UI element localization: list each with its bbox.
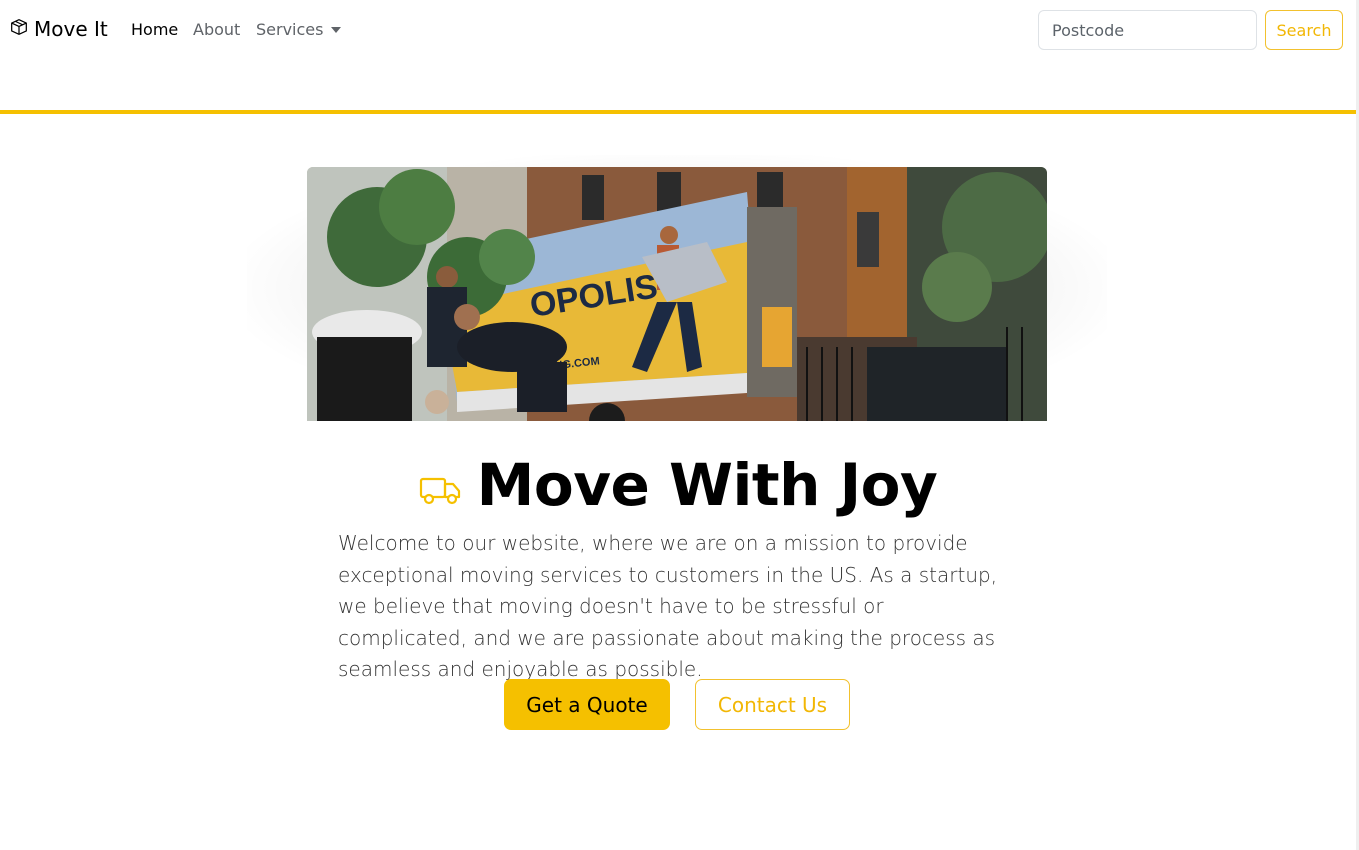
postcode-search-input[interactable] bbox=[1038, 10, 1257, 50]
brand-link[interactable]: Move It bbox=[10, 17, 108, 41]
search-button[interactable]: Search bbox=[1265, 10, 1343, 50]
navbar: Move It Home About Services Search bbox=[0, 0, 1359, 62]
nav-link-about[interactable]: About bbox=[193, 20, 240, 39]
nav-link-services[interactable]: Services bbox=[256, 20, 342, 39]
nav-link-home[interactable]: Home bbox=[131, 20, 178, 39]
truck-icon bbox=[419, 473, 463, 507]
get-a-quote-button[interactable]: Get a Quote bbox=[504, 679, 670, 730]
hero-title-row: Move With Joy bbox=[0, 450, 1356, 520]
brand-name: Move It bbox=[34, 17, 108, 41]
services-label: Services bbox=[256, 20, 324, 39]
hero-lead-text: Welcome to our website, where we are on … bbox=[338, 531, 998, 681]
hero-image: OPOLIS MOVING.COM bbox=[307, 167, 1047, 421]
box-icon bbox=[10, 17, 28, 41]
hero-headline: Move With Joy bbox=[476, 451, 938, 519]
contact-us-button[interactable]: Contact Us bbox=[695, 679, 850, 730]
accent-divider bbox=[0, 110, 1356, 114]
chevron-down-icon bbox=[331, 26, 342, 33]
